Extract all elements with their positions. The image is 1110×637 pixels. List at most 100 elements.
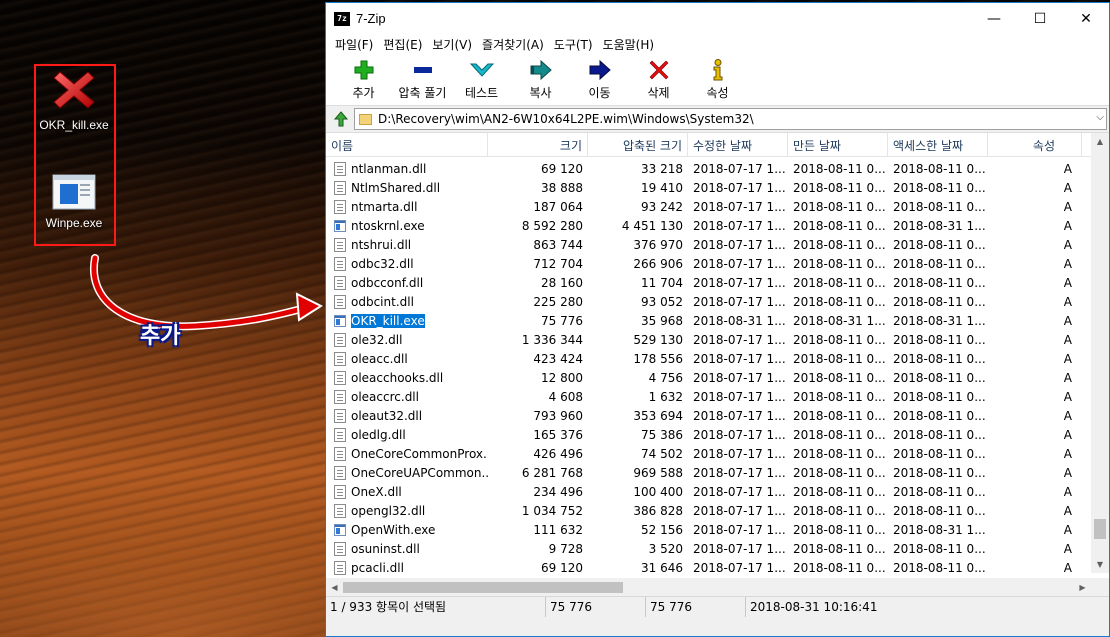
horizontal-scrollbar[interactable]: ◀ ▶ [326, 578, 1091, 596]
col-packed-size[interactable]: 압축된 크기 [588, 133, 688, 157]
table-row[interactable]: oleaccrc.dll 4 608 1 632 2018-07-17 1... 201… [326, 387, 1091, 406]
table-row[interactable]: oleaut32.dll 793 960 353 694 2018-07-17 1..… [326, 406, 1091, 425]
file-name: osuninst.dll [351, 541, 420, 556]
exe-file-icon [334, 523, 346, 536]
table-row[interactable]: OneCoreUAPCommon... 6 281 768 969 588 2018-… [326, 463, 1091, 482]
delete-button[interactable]: 삭제 [629, 54, 688, 104]
col-name[interactable]: 이름 [326, 133, 488, 157]
col-created[interactable]: 만든 날짜 [788, 133, 888, 157]
menu-edit[interactable]: 편집(E) [378, 36, 427, 53]
cell-packed-size: 353 694 [633, 408, 683, 423]
cell-attributes: A [1063, 541, 1072, 556]
file-name: oleacchooks.dll [351, 370, 444, 385]
table-row[interactable]: pcacli.dll 69 120 31 646 2018-07-17 1... 201… [326, 558, 1091, 577]
test-button[interactable]: 테스트 [452, 54, 511, 104]
scrollbar-thumb[interactable] [1094, 519, 1106, 539]
add-label: 추가 [352, 86, 375, 100]
table-row[interactable]: ntshrui.dll 863 744 376 970 2018-07-17 1...… [326, 235, 1091, 254]
cell-size: 69 120 [541, 560, 583, 575]
cell-packed-size: 376 970 [633, 237, 683, 252]
col-attributes[interactable]: 속성 [988, 133, 1082, 157]
table-row[interactable]: ntoskrnl.exe 8 592 280 4 451 130 2018-07-17… [326, 216, 1091, 235]
menu-tools[interactable]: 도구(T) [549, 36, 598, 53]
table-row[interactable]: oleacchooks.dll 12 800 4 756 2018-07-17 1..… [326, 368, 1091, 387]
table-row[interactable]: OneX.dll 234 496 100 400 2018-07-17 1... 201… [326, 482, 1091, 501]
menu-favorites[interactable]: 즐겨찾기(A) [477, 36, 549, 53]
file-name: OpenWith.exe [351, 522, 436, 537]
copy-button[interactable]: 복사 [511, 54, 570, 104]
table-row[interactable]: OKR_kill.exe 75 776 35 968 2018-08-31 1... 2… [326, 311, 1091, 330]
cell-accessed: 2018-08-11 0... [893, 294, 986, 309]
menu-view[interactable]: 보기(V) [427, 36, 477, 53]
table-row[interactable]: ntmarta.dll 187 064 93 242 2018-07-17 1... 2… [326, 197, 1091, 216]
cell-packed-size: 266 906 [633, 256, 683, 271]
menu-help[interactable]: 도움말(H) [598, 36, 660, 53]
close-button[interactable]: ✕ [1063, 3, 1109, 34]
cell-accessed: 2018-08-11 0... [893, 370, 986, 385]
up-folder-button[interactable] [328, 108, 354, 130]
path-input[interactable]: D:\Recovery\wim\AN2-6W10x64L2PE.wim\Wind… [354, 108, 1107, 130]
cell-size: 225 280 [533, 294, 583, 309]
cell-attributes: A [1063, 427, 1072, 442]
table-row[interactable]: OpenWith.exe 111 632 52 156 2018-07-17 1...… [326, 520, 1091, 539]
cell-packed-size: 74 502 [641, 446, 683, 461]
menu-file[interactable]: 파일(F) [330, 36, 378, 53]
cell-accessed: 2018-08-11 0... [893, 256, 986, 271]
cell-accessed: 2018-08-11 0... [893, 199, 986, 214]
cell-size: 4 608 [548, 389, 583, 404]
cell-created: 2018-08-11 0... [793, 465, 886, 480]
table-row[interactable]: ntlanman.dll 69 120 33 218 2018-07-17 1... 2… [326, 159, 1091, 178]
delete-label: 삭제 [647, 86, 670, 100]
cell-accessed: 2018-08-11 0... [893, 161, 986, 176]
scroll-right-icon[interactable]: ▶ [1074, 578, 1091, 596]
scroll-down-icon[interactable]: ▼ [1091, 556, 1109, 573]
col-accessed[interactable]: 액세스한 날짜 [888, 133, 988, 157]
table-row[interactable]: opengl32.dll 1 034 752 386 828 2018-07-17 1… [326, 501, 1091, 520]
cell-name: oledlg.dll [326, 427, 488, 442]
file-name: NtlmShared.dll [351, 180, 441, 195]
file-name: oleaut32.dll [351, 408, 423, 423]
dll-file-icon [334, 275, 346, 290]
title-bar[interactable]: 7z 7-Zip — ☐ ✕ [326, 3, 1109, 34]
col-size[interactable]: 크기 [488, 133, 588, 157]
add-button[interactable]: 추가 [334, 54, 393, 104]
table-row[interactable]: oledlg.dll 165 376 75 386 2018-07-17 1... 20… [326, 425, 1091, 444]
maximize-button[interactable]: ☐ [1017, 3, 1063, 34]
cell-created: 2018-08-11 0... [793, 351, 886, 366]
table-row[interactable]: OneCoreCommonProx... 426 496 74 502 2018-07… [326, 444, 1091, 463]
table-row[interactable]: ole32.dll 1 336 344 529 130 2018-07-17 1...… [326, 330, 1091, 349]
vertical-scrollbar[interactable]: ▲ ▼ [1091, 133, 1109, 573]
cell-name: oleaccrc.dll [326, 389, 488, 404]
table-row[interactable]: odbcconf.dll 28 160 11 704 2018-07-17 1... 2… [326, 273, 1091, 292]
col-modified[interactable]: 수정한 날짜 [688, 133, 788, 157]
properties-button[interactable]: 속성 [688, 54, 747, 104]
extract-button[interactable]: 압축 풀기 [393, 54, 452, 104]
status-date: 2018-08-31 10:16:41 [750, 599, 878, 614]
cell-packed-size: 11 704 [641, 275, 683, 290]
dll-file-icon [334, 332, 346, 347]
desktop-icon-winpe[interactable]: Winpe.exe [35, 174, 113, 230]
cell-modified: 2018-07-17 1... [693, 180, 786, 195]
scroll-up-icon[interactable]: ▲ [1091, 133, 1109, 150]
cell-size: 423 424 [533, 351, 583, 366]
hscrollbar-thumb[interactable] [343, 581, 623, 593]
scroll-left-icon[interactable]: ◀ [326, 578, 343, 596]
cell-size: 8 592 280 [521, 218, 583, 233]
annotation-label: 추가 [140, 324, 181, 349]
cell-name: oleacc.dll [326, 351, 488, 366]
cell-created: 2018-08-11 0... [793, 218, 886, 233]
move-button[interactable]: 이동 [570, 54, 629, 104]
table-row[interactable]: NtlmShared.dll 38 888 19 410 2018-07-17 1..… [326, 178, 1091, 197]
desktop-icon-okr-kill[interactable]: OKR_kill.exe [35, 68, 113, 132]
scroll-corner [1091, 578, 1109, 596]
table-row[interactable]: odbc32.dll 712 704 266 906 2018-07-17 1... 2… [326, 254, 1091, 273]
table-row[interactable]: odbcint.dll 225 280 93 052 2018-07-17 1... 2… [326, 292, 1091, 311]
status-bar: 1 / 933 항목이 선택됨 75 776 75 776 2018-08-31… [326, 596, 1109, 617]
table-row[interactable]: oleacc.dll 423 424 178 556 2018-07-17 1... 2… [326, 349, 1091, 368]
cell-accessed: 2018-08-11 0... [893, 275, 986, 290]
minimize-button[interactable]: — [971, 3, 1017, 34]
move-label: 이동 [588, 86, 611, 100]
chevron-down-icon[interactable]: ⌵ [1096, 112, 1104, 123]
table-row[interactable]: osuninst.dll 9 728 3 520 2018-07-17 1... 201… [326, 539, 1091, 558]
file-name: opengl32.dll [351, 503, 426, 518]
